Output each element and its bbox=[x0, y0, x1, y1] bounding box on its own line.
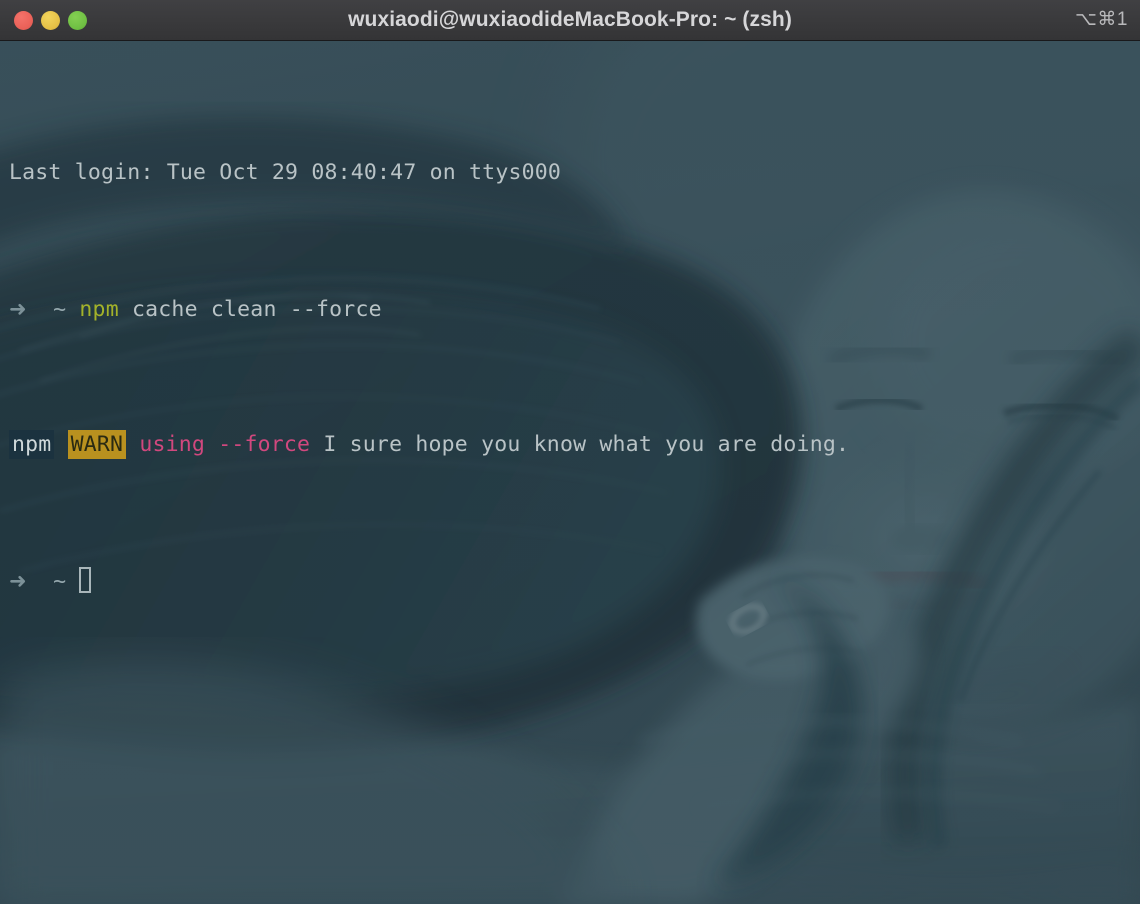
warn-message-text: I sure hope you know what you are doing. bbox=[323, 432, 850, 457]
prompt-directory-2: ~ bbox=[53, 569, 67, 594]
terminal-line-last-login: Last login: Tue Oct 29 08:40:47 on ttys0… bbox=[9, 156, 1140, 190]
keyboard-shortcut-badge: ⌥⌘1 bbox=[1075, 9, 1128, 30]
command-space bbox=[119, 297, 132, 322]
prompt-directory: ~ bbox=[53, 297, 67, 322]
prompt-space-4 bbox=[66, 569, 79, 594]
traffic-light-group bbox=[14, 0, 87, 40]
command-arguments: cache clean --force bbox=[132, 297, 382, 322]
npm-tag-badge: npm bbox=[9, 430, 55, 459]
terminal-line-prompt[interactable]: ➜ ~ bbox=[9, 564, 1140, 598]
minimize-button-icon[interactable] bbox=[41, 10, 60, 30]
terminal-window[interactable]: wuxiaodi@wuxiaodideMacBook-Pro: ~ (zsh) … bbox=[0, 0, 1140, 904]
warn-space-1 bbox=[54, 432, 67, 457]
warn-space-3 bbox=[310, 432, 323, 457]
prompt-arrow-icon-2: ➜ bbox=[9, 569, 27, 593]
window-title: wuxiaodi@wuxiaodideMacBook-Pro: ~ (zsh) bbox=[348, 8, 792, 31]
text-cursor[interactable] bbox=[79, 567, 92, 593]
terminal-output-area[interactable]: Last login: Tue Oct 29 08:40:47 on ttys0… bbox=[0, 41, 1140, 904]
warn-subject-text: using --force bbox=[139, 432, 311, 457]
title-bar[interactable]: wuxiaodi@wuxiaodideMacBook-Pro: ~ (zsh) … bbox=[0, 0, 1140, 41]
prompt-space-3 bbox=[27, 569, 53, 594]
prompt-arrow-icon: ➜ bbox=[9, 297, 27, 321]
maximize-button-icon[interactable] bbox=[68, 10, 87, 30]
warn-tag-badge: WARN bbox=[67, 430, 127, 459]
close-button-icon[interactable] bbox=[14, 10, 33, 30]
warn-space-2 bbox=[126, 432, 139, 457]
terminal-line-npm-warn: npm WARN using --force I sure hope you k… bbox=[9, 428, 1140, 462]
prompt-space-1 bbox=[27, 297, 53, 322]
last-login-text: Last login: Tue Oct 29 08:40:47 on ttys0… bbox=[9, 160, 562, 185]
command-name: npm bbox=[79, 297, 119, 322]
prompt-space-2 bbox=[66, 297, 79, 322]
terminal-line-command: ➜ ~ npm cache clean --force bbox=[9, 292, 1140, 326]
